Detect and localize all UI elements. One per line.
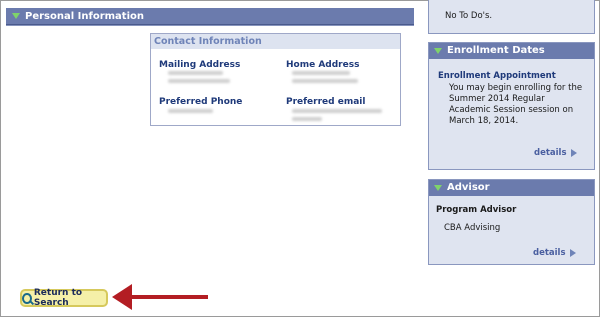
details-label[interactable]: details [534,148,567,158]
mailing-address-label: Mailing Address [159,60,241,70]
advisor-title: Advisor [447,182,490,193]
details-label[interactable]: details [533,248,566,258]
personal-information-title: Personal Information [25,10,144,22]
annotation-arrow-head-icon [112,284,132,310]
mailing-address-redacted-line-2 [168,79,230,83]
details-arrow-icon[interactable] [570,149,577,157]
preferred-phone-redacted [168,109,213,113]
enrollment-dates-panel: Enrollment Dates Enrollment Appointment … [428,42,595,170]
program-advisor-label: Program Advisor [436,205,517,215]
enrollment-details-link[interactable]: details [534,148,577,158]
personal-information-header[interactable]: Personal Information [6,8,414,25]
advisor-header[interactable]: Advisor [429,180,594,196]
annotation-arrow-shaft [130,295,208,299]
home-address-redacted-line-1 [292,71,350,75]
mailing-address-redacted-line-1 [168,71,223,75]
home-address-redacted-line-2 [292,79,358,83]
todos-panel: No To Do's. [428,0,595,34]
todos-text: No To Do's. [445,11,493,21]
details-arrow-icon[interactable] [569,249,576,257]
advisor-details-link[interactable]: details [533,248,576,258]
contact-information-title: Contact Information [151,34,400,49]
home-address-label: Home Address [286,60,360,70]
collapse-triangle-icon[interactable] [434,48,442,54]
advisor-panel: Advisor Program Advisor CBA Advising det… [428,179,595,265]
enrollment-appointment-label: Enrollment Appointment [438,71,556,81]
enrollment-appointment-text: You may begin enrolling for the Summer 2… [449,83,583,126]
search-icon [22,292,32,304]
contact-information-box: Contact Information Mailing Address Home… [150,33,401,126]
return-to-search-button[interactable]: Return to Search [20,288,108,308]
enrollment-dates-title: Enrollment Dates [447,45,545,56]
enrollment-dates-header[interactable]: Enrollment Dates [429,43,594,59]
advisor-name: CBA Advising [444,223,501,233]
preferred-email-redacted-line-1 [292,109,382,113]
collapse-triangle-icon[interactable] [434,185,442,191]
collapse-triangle-icon[interactable] [12,13,20,19]
return-to-search-label: Return to Search [33,288,83,308]
preferred-email-label: Preferred email [286,97,366,107]
preferred-email-redacted-line-2 [292,117,322,121]
section-divider [6,25,414,26]
preferred-phone-label: Preferred Phone [159,97,243,107]
